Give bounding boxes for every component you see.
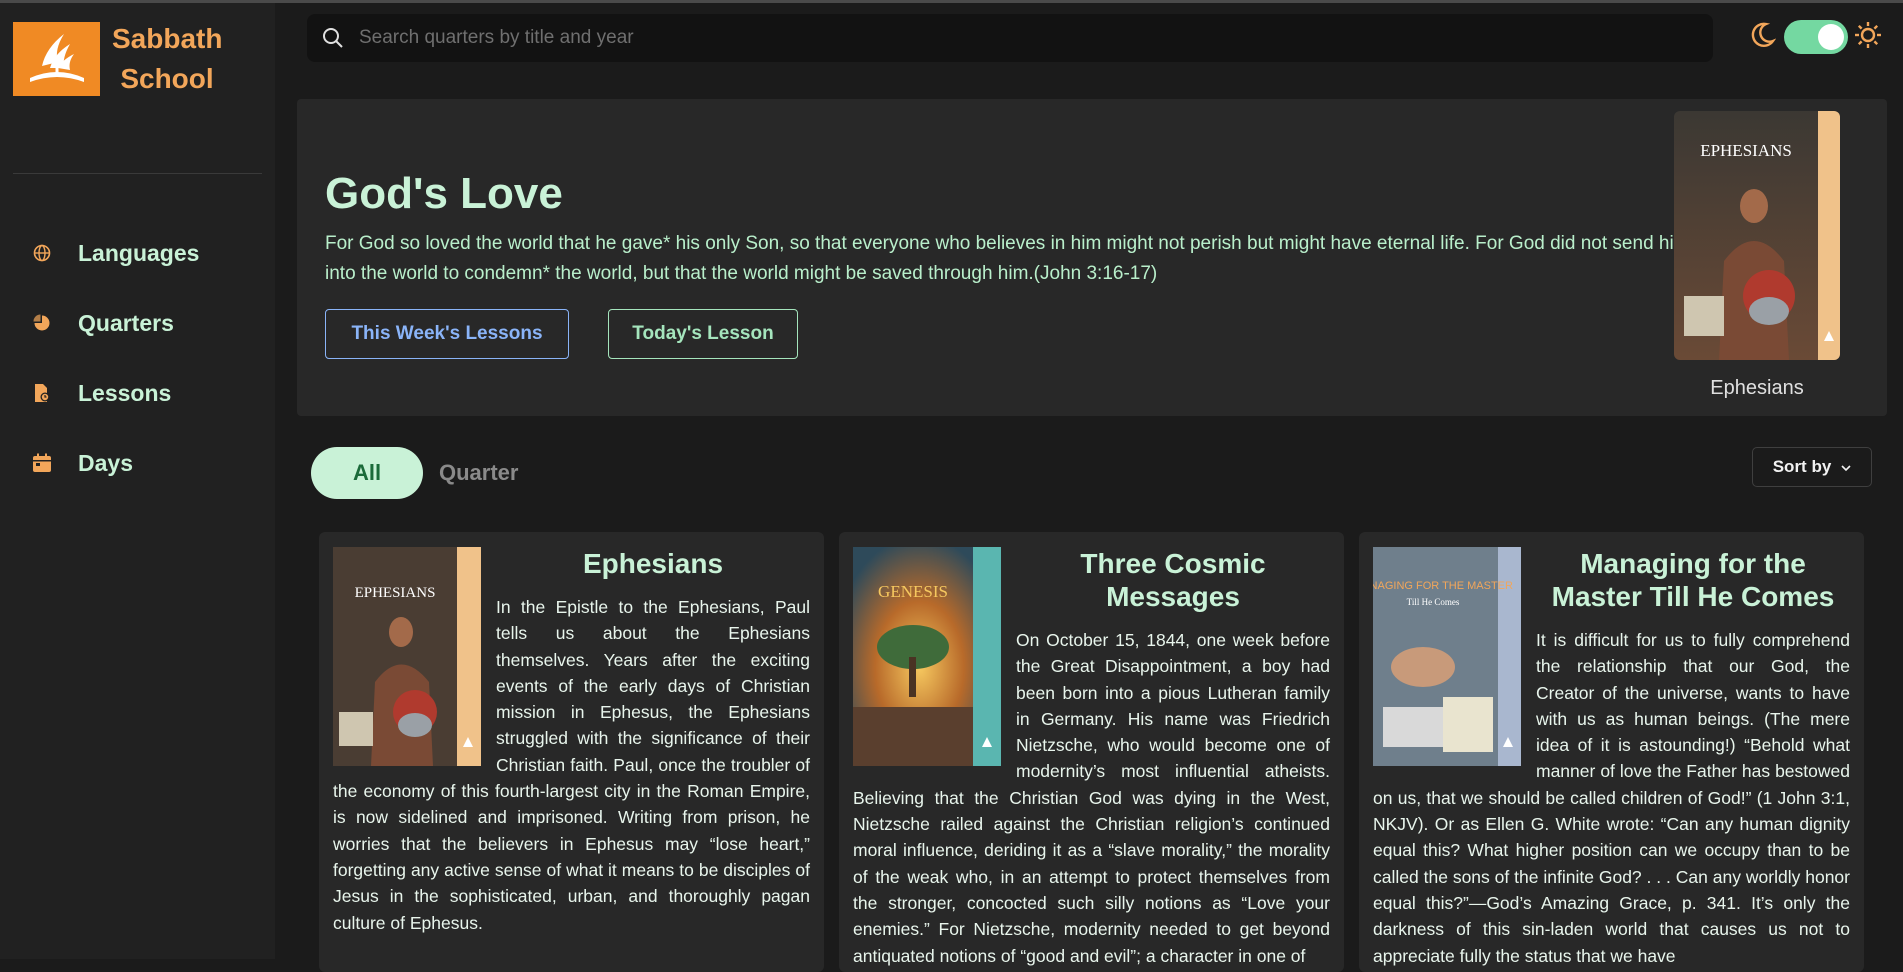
adventist-flame-icon bbox=[13, 22, 100, 96]
window-top-border bbox=[0, 0, 1903, 3]
quarter-card-ephesians[interactable]: EPHESIANS Ephesians In the Epistle to th… bbox=[319, 532, 824, 972]
svg-text:GENESIS: GENESIS bbox=[878, 582, 948, 601]
sidebar-nav: Languages Quarters Lessons Days bbox=[30, 218, 199, 498]
svg-text:Till He Comes: Till He Comes bbox=[1407, 597, 1460, 607]
calendar-icon bbox=[30, 451, 54, 475]
hero-cover-image[interactable]: EPHESIANS bbox=[1674, 111, 1840, 360]
search-input[interactable] bbox=[359, 27, 1713, 49]
search-bar[interactable] bbox=[307, 14, 1713, 62]
sidebar-item-label: Languages bbox=[78, 239, 200, 266]
toggle-knob bbox=[1818, 24, 1844, 50]
filter-tabs: All Quarter bbox=[311, 447, 518, 499]
svg-text:EPHESIANS: EPHESIANS bbox=[355, 585, 436, 601]
this-weeks-lessons-button[interactable]: This Week's Lessons bbox=[325, 309, 569, 359]
quarter-card-three-cosmic-messages[interactable]: GENESIS Three Cosmic Messages On October… bbox=[839, 532, 1344, 972]
sidebar-item-label: Lessons bbox=[78, 379, 172, 406]
pie-icon bbox=[30, 311, 54, 335]
quarter-cover-image[interactable]: MANAGING FOR THE MASTER Till He Comes bbox=[1373, 547, 1521, 766]
sidebar-item-languages[interactable]: Languages bbox=[30, 218, 199, 288]
quarter-cover-image[interactable]: GENESIS bbox=[853, 547, 1001, 766]
hero-cover-label: Ephesians bbox=[1710, 377, 1804, 399]
hero-title: God's Love bbox=[325, 169, 563, 218]
filter-all-tab[interactable]: All bbox=[311, 447, 423, 499]
svg-text:EPHESIANS: EPHESIANS bbox=[1700, 141, 1792, 160]
brand-line-2: School bbox=[120, 63, 214, 94]
sidebar-item-quarters[interactable]: Quarters bbox=[30, 288, 199, 358]
search-icon bbox=[321, 26, 345, 50]
sidebar-item-lessons[interactable]: Lessons bbox=[30, 358, 199, 428]
sidebar: Sabbath School Languages Quarters Lesson… bbox=[0, 3, 275, 959]
sidebar-divider bbox=[13, 173, 262, 174]
todays-lesson-button[interactable]: Today's Lesson bbox=[608, 309, 798, 359]
sun-icon bbox=[1854, 21, 1882, 54]
brand-line-1: Sabbath bbox=[112, 23, 223, 54]
chevron-down-icon bbox=[1841, 457, 1851, 477]
sidebar-item-label: Quarters bbox=[78, 309, 174, 336]
globe-icon bbox=[30, 241, 54, 265]
filter-quarter-tab[interactable]: Quarter bbox=[439, 460, 518, 486]
sidebar-item-days[interactable]: Days bbox=[30, 428, 199, 498]
svg-text:MANAGING FOR THE MASTER: MANAGING FOR THE MASTER bbox=[1373, 580, 1513, 592]
moon-icon bbox=[1748, 21, 1777, 54]
brand[interactable]: Sabbath School bbox=[13, 19, 222, 99]
sort-by-dropdown[interactable]: Sort by bbox=[1752, 447, 1872, 487]
featured-quarter: God's Love For God so loved the world th… bbox=[297, 99, 1887, 416]
theme-switcher bbox=[1748, 20, 1882, 54]
sidebar-item-label: Days bbox=[78, 449, 133, 476]
lesson-file-icon bbox=[30, 381, 54, 405]
sort-by-label: Sort by bbox=[1772, 457, 1832, 476]
hero-verse: For God so loved the world that he gave*… bbox=[325, 233, 1723, 284]
quarter-cover-image[interactable]: EPHESIANS bbox=[333, 547, 481, 766]
theme-toggle[interactable] bbox=[1784, 20, 1848, 54]
quarter-card-managing-for-the-master[interactable]: MANAGING FOR THE MASTER Till He Comes Ma… bbox=[1359, 532, 1864, 972]
